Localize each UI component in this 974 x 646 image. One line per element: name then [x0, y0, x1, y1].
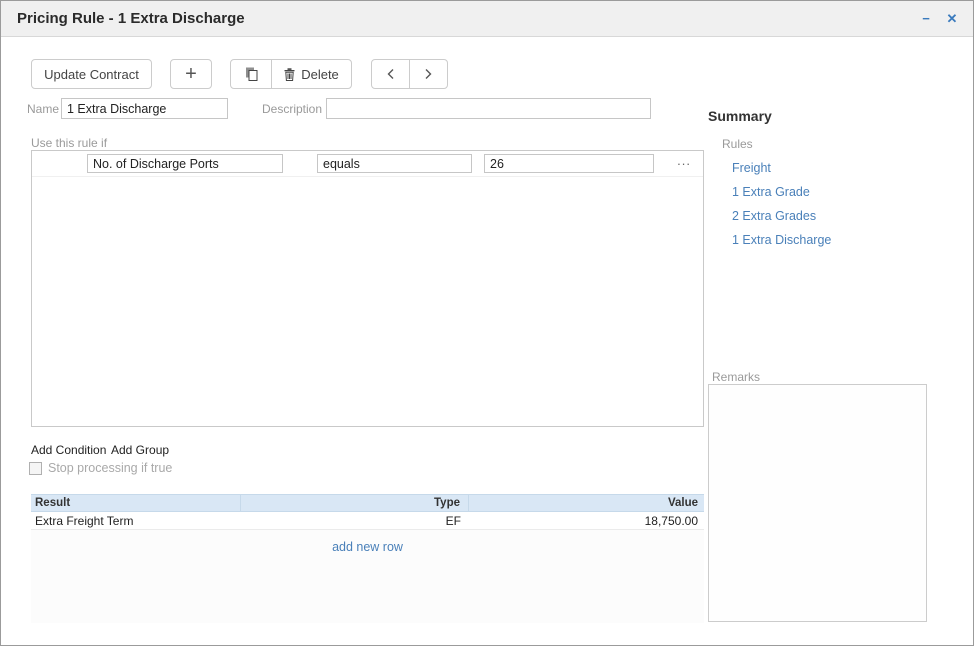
table-row[interactable]: Extra Freight Term EF 18,750.00 [31, 512, 704, 530]
delete-button[interactable]: Delete [271, 59, 352, 89]
result-cell[interactable]: Extra Freight Term [31, 514, 241, 528]
copy-delete-group: Delete [230, 59, 352, 89]
title-bar: Pricing Rule - 1 Extra Discharge − ✕ [1, 1, 973, 37]
stop-processing-label: Stop processing if true [48, 461, 172, 475]
condition-more-button[interactable]: ... [677, 153, 691, 168]
window-controls: − ✕ [917, 10, 961, 28]
remarks-label: Remarks [712, 370, 760, 384]
update-contract-button[interactable]: Update Contract [31, 59, 152, 89]
chevron-left-icon [386, 67, 395, 81]
copy-button[interactable] [230, 59, 272, 89]
use-this-rule-if-label: Use this rule if [31, 136, 107, 150]
chevron-right-icon [424, 67, 433, 81]
condition-operator-input[interactable] [317, 154, 472, 173]
type-cell[interactable]: EF [241, 514, 469, 528]
name-label: Name [27, 102, 59, 116]
results-table-header: Result Type Value [31, 494, 704, 512]
remarks-box[interactable] [708, 384, 927, 622]
rule-link-1-extra-discharge[interactable]: 1 Extra Discharge [732, 233, 831, 247]
pricing-rule-window: Pricing Rule - 1 Extra Discharge − ✕ Upd… [0, 0, 974, 646]
rule-link-2-extra-grades[interactable]: 2 Extra Grades [732, 209, 816, 223]
add-new-row-link[interactable]: add new row [332, 540, 403, 554]
delete-label: Delete [301, 67, 339, 82]
summary-title: Summary [708, 108, 772, 124]
add-rule-button[interactable]: + [170, 59, 212, 89]
description-label: Description [262, 102, 322, 116]
window-title: Pricing Rule - 1 Extra Discharge [17, 10, 245, 27]
name-input[interactable] [61, 98, 228, 119]
add-new-row-wrap: add new row [31, 534, 704, 560]
value-cell[interactable]: 18,750.00 [469, 514, 704, 528]
close-icon[interactable]: ✕ [943, 10, 961, 28]
stop-processing-checkbox[interactable] [29, 462, 42, 475]
copy-icon [245, 67, 258, 81]
condition-row: ... [32, 151, 703, 177]
trash-icon [284, 68, 295, 81]
rules-label: Rules [722, 137, 753, 151]
plus-icon: + [185, 64, 197, 84]
previous-button[interactable] [371, 59, 410, 89]
condition-value-input[interactable] [484, 154, 654, 173]
condition-field-input[interactable] [87, 154, 283, 173]
nav-group [371, 59, 448, 89]
results-panel: Result Type Value Extra Freight Term EF … [31, 494, 704, 623]
description-input[interactable] [326, 98, 651, 119]
minimize-icon[interactable]: − [917, 10, 935, 28]
add-condition-link[interactable]: Add Condition [31, 443, 106, 457]
next-button[interactable] [409, 59, 448, 89]
add-group-link[interactable]: Add Group [111, 443, 169, 457]
conditions-panel: ... [31, 150, 704, 427]
rule-link-1-extra-grade[interactable]: 1 Extra Grade [732, 185, 810, 199]
value-column-header: Value [469, 495, 704, 511]
rule-link-freight[interactable]: Freight [732, 161, 771, 175]
result-column-header: Result [31, 495, 241, 511]
type-column-header: Type [241, 495, 469, 511]
